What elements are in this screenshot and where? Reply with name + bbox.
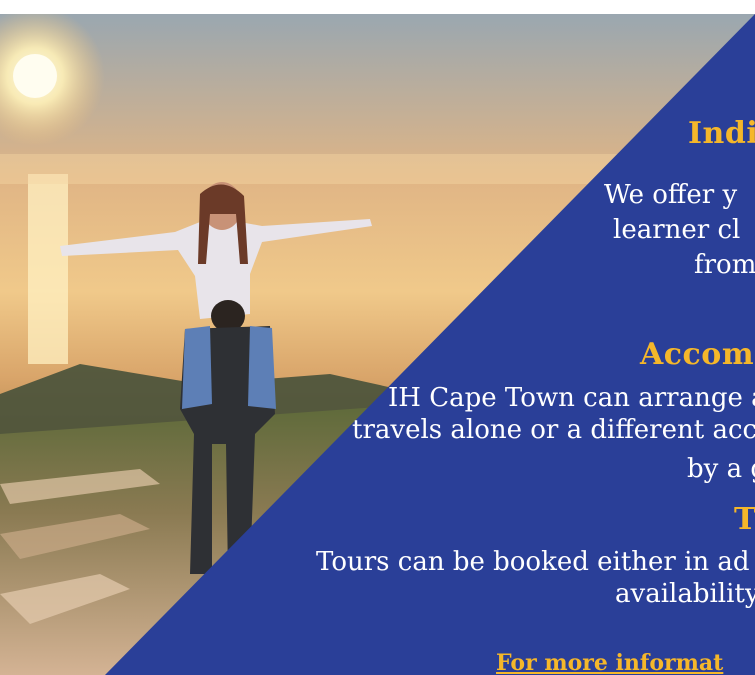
section-text-line: We offer y — [604, 180, 738, 210]
section-text-line: IH Cape Town can arrange a — [388, 383, 755, 413]
section-heading-accommodation: Accom — [640, 337, 755, 372]
section-heading-individual: Indi — [688, 116, 755, 151]
section-text-line: learner cl — [613, 215, 741, 245]
section-text-line: Tours can be booked either in ad — [316, 547, 750, 577]
section-text-line: travels alone or a different acc — [352, 415, 755, 445]
page: Indi We offer y learner cl from Accom IH… — [0, 0, 755, 675]
section-text-line: by a g — [687, 454, 755, 484]
section-text-line: availability — [615, 579, 755, 609]
section-heading-tours: T — [734, 502, 755, 537]
more-information-link[interactable]: For more informat — [496, 650, 723, 675]
section-text-line: from — [694, 250, 755, 280]
